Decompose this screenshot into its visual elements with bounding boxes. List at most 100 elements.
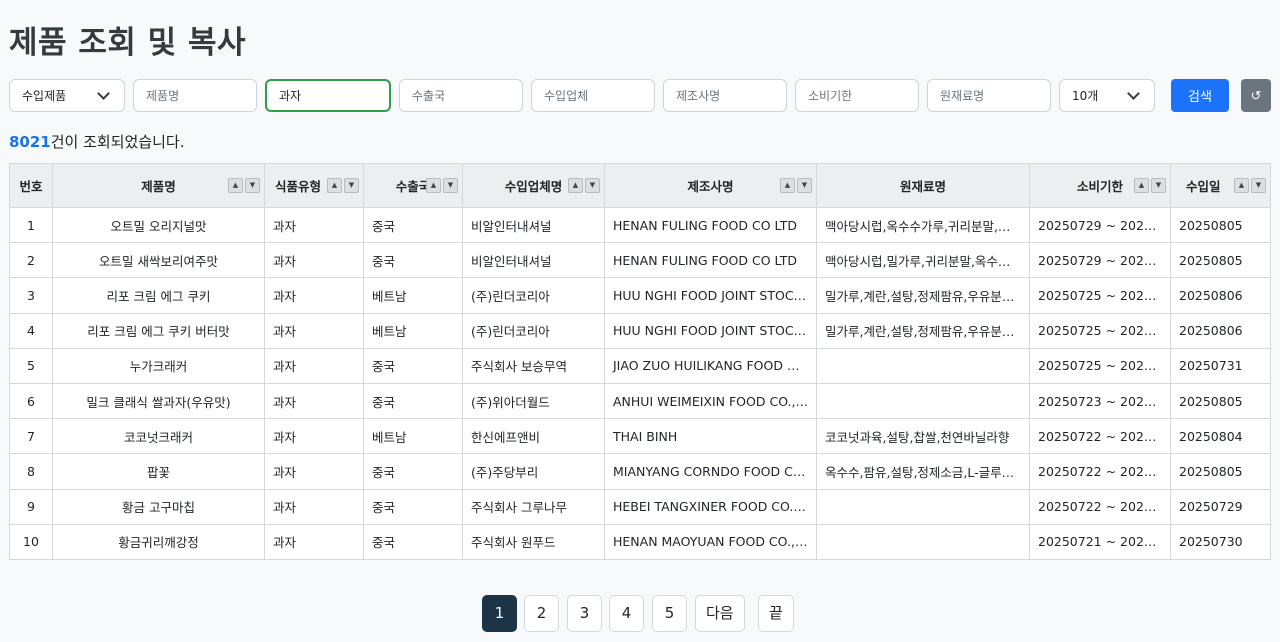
cell-no: 7	[9, 418, 53, 455]
table-row[interactable]: 9 황금 고구마칩 과자 중국 주식회사 그루나무 HEBEI TANGXINER FOO…	[9, 488, 1271, 525]
sort-asc-icon[interactable]: ▲	[780, 177, 795, 193]
cell-import-date: 20250729	[1170, 488, 1271, 525]
manufacturer-input[interactable]	[663, 79, 787, 112]
page-button[interactable]: 5	[652, 595, 687, 632]
food-type-input[interactable]	[265, 79, 391, 112]
table-row[interactable]: 3 리포 크림 에그 쿠키 과자 베트남 (주)린더코리아 HUU NGHI FOOD J…	[9, 277, 1271, 314]
table-row[interactable]: 4 리포 크림 에그 쿠키 버터맛 과자 베트남 (주)린더코리아 HUU NGHI FO…	[9, 312, 1271, 349]
cell-product-name: 팝꽃	[52, 453, 265, 490]
cell-ingredients: 옥수수,팜유,설탕,정제소금,L-글루…	[816, 453, 1030, 490]
sort-desc-icon[interactable]: ▼	[797, 177, 812, 193]
sort-asc-icon[interactable]: ▲	[228, 177, 243, 193]
page-button-current[interactable]: 1	[482, 595, 517, 632]
table-row[interactable]: 2 오트밀 새싹보리여주맛 과자 중국 비알인터내셔널 HENAN FULING FOOD…	[9, 242, 1271, 279]
import-type-select[interactable]: 수입제품	[9, 79, 125, 112]
cell-food-type: 과자	[264, 523, 364, 560]
cell-manufacturer: HEBEI TANGXINER FOOD CO., LTD	[604, 488, 817, 525]
cell-product-name: 황금 고구마칩	[52, 488, 265, 525]
table-row[interactable]: 1 오트밀 오리지널맛 과자 중국 비알인터내셔널 HENAN FULING FOOD C…	[9, 206, 1271, 244]
sort-asc-icon[interactable]: ▲	[426, 177, 441, 193]
cell-export-country: 베트남	[363, 418, 463, 455]
header-label: 제조사명	[687, 179, 734, 194]
header-label: 원재료명	[899, 179, 946, 194]
cell-product-name: 리포 크림 에그 쿠키	[52, 277, 265, 314]
cell-product-name: 황금귀리깨강정	[52, 523, 265, 560]
cell-importer: (주)린더코리아	[462, 312, 605, 349]
cell-food-type: 과자	[264, 382, 364, 420]
cell-product-name: 코코넛크래커	[52, 418, 265, 455]
table-row[interactable]: 5 누가크래커 과자 중국 주식회사 보승무역 JIAO ZUO HUILIKANG FO…	[9, 347, 1271, 384]
sort-desc-icon[interactable]: ▼	[585, 177, 600, 193]
last-page-button[interactable]: 끝	[758, 595, 794, 632]
sort-asc-icon[interactable]: ▲	[1234, 177, 1249, 193]
header-expiry[interactable]: 소비기한 ▲ ▼	[1029, 163, 1171, 208]
product-name-input[interactable]	[133, 79, 257, 112]
cell-expiry: 20250729 ~ 20260428	[1029, 242, 1171, 279]
page-size-value: 10개	[1072, 89, 1099, 103]
result-summary: 8021건이 조회되었습니다.	[9, 131, 185, 152]
table-row[interactable]: 7 코코넛크래커 과자 베트남 한신에프앤비 THAI BINH 코코넛과육,설탕,찹쌀,천…	[9, 418, 1271, 455]
page-button[interactable]: 4	[609, 595, 644, 632]
header-label: 식품유형	[275, 179, 322, 194]
cell-import-date: 20250805	[1170, 453, 1271, 490]
cell-expiry: 20250725 ~ 20260724	[1029, 312, 1171, 349]
cell-importer: 주식회사 그루나무	[462, 488, 605, 525]
page-size-select[interactable]: 10개	[1059, 79, 1155, 112]
table-row[interactable]: 10 황금귀리깨강정 과자 중국 주식회사 원푸드 HENAN MAOYUAN FOOD …	[9, 523, 1271, 560]
cell-export-country: 중국	[363, 347, 463, 384]
cell-product-name: 오트밀 새싹보리여주맛	[52, 242, 265, 279]
page-button[interactable]: 3	[567, 595, 602, 632]
next-page-button[interactable]: 다음	[695, 595, 745, 632]
cell-import-date: 20250804	[1170, 418, 1271, 455]
chevron-down-icon	[97, 86, 110, 100]
cell-manufacturer: JIAO ZUO HUILIKANG FOOD CO…	[604, 347, 817, 384]
cell-import-date: 20250731	[1170, 347, 1271, 384]
sort-asc-icon[interactable]: ▲	[568, 177, 583, 193]
sort-desc-icon[interactable]: ▼	[245, 177, 260, 193]
search-button[interactable]: 검색	[1171, 79, 1229, 112]
cell-food-type: 과자	[264, 277, 364, 314]
cell-ingredients: 맥아당시럽,옥수수가루,귀리분말,밀…	[816, 206, 1030, 244]
cell-importer: (주)위아더월드	[462, 382, 605, 420]
table-row[interactable]: 8 팝꽃 과자 중국 (주)주당부리 MIANYANG CORNDO FOOD CO.,……	[9, 453, 1271, 490]
result-suffix: 건이 조회되었습니다.	[50, 133, 185, 151]
cell-expiry: 20250722 ~ 20260321	[1029, 488, 1171, 525]
header-importer[interactable]: 수입업체명 ▲ ▼	[462, 163, 605, 208]
result-count: 8021	[9, 133, 51, 151]
cell-manufacturer: HUU NGHI FOOD JOINT STOCK…	[604, 312, 817, 349]
header-export-country[interactable]: 수출국 ▲ ▼	[363, 163, 463, 208]
export-country-input[interactable]	[399, 79, 523, 112]
table-row[interactable]: 6 밀크 클래식 쌀과자(우유맛) 과자 중국 (주)위아더월드 ANHUI WEIMEI…	[9, 382, 1271, 420]
cell-product-name: 누가크래커	[52, 347, 265, 384]
header-no: 번호	[9, 163, 53, 208]
header-manufacturer[interactable]: 제조사명 ▲ ▼	[604, 163, 817, 208]
cell-manufacturer: HENAN MAOYUAN FOOD CO.,LTD	[604, 523, 817, 560]
sort-desc-icon[interactable]: ▼	[1151, 177, 1166, 193]
sort-desc-icon[interactable]: ▼	[344, 177, 359, 193]
sort-desc-icon[interactable]: ▼	[1251, 177, 1266, 193]
cell-import-date: 20250806	[1170, 277, 1271, 314]
importer-input[interactable]	[531, 79, 655, 112]
header-import-date[interactable]: 수입일 ▲ ▼	[1170, 163, 1271, 208]
page-button[interactable]: 2	[524, 595, 559, 632]
table-header-row: 번호 제품명 ▲ ▼ 식품유형 ▲ ▼ 수출국 ▲ ▼ 수입업체명 ▲ ▼ 제조사명 ▲…	[9, 163, 1271, 208]
expiry-input[interactable]	[795, 79, 919, 112]
chevron-down-icon	[1127, 86, 1140, 100]
cell-no: 4	[9, 312, 53, 349]
cell-importer: 한신에프앤비	[462, 418, 605, 455]
sort-asc-icon[interactable]: ▲	[327, 177, 342, 193]
ingredient-input[interactable]	[927, 79, 1051, 112]
header-food-type[interactable]: 식품유형 ▲ ▼	[264, 163, 364, 208]
sort-desc-icon[interactable]: ▼	[443, 177, 458, 193]
cell-food-type: 과자	[264, 242, 364, 279]
cell-food-type: 과자	[264, 418, 364, 455]
cell-importer: 주식회사 원푸드	[462, 523, 605, 560]
header-ingredients: 원재료명	[816, 163, 1030, 208]
refresh-icon[interactable]: ↺	[1241, 79, 1271, 112]
header-product-name[interactable]: 제품명 ▲ ▼	[52, 163, 265, 208]
sort-asc-icon[interactable]: ▲	[1134, 177, 1149, 193]
filter-bar: 수입제품 10개 검색 ↺	[0, 79, 1280, 112]
cell-no: 9	[9, 488, 53, 525]
header-label: 수입업체명	[504, 179, 563, 194]
header-label: 제품명	[141, 179, 176, 194]
